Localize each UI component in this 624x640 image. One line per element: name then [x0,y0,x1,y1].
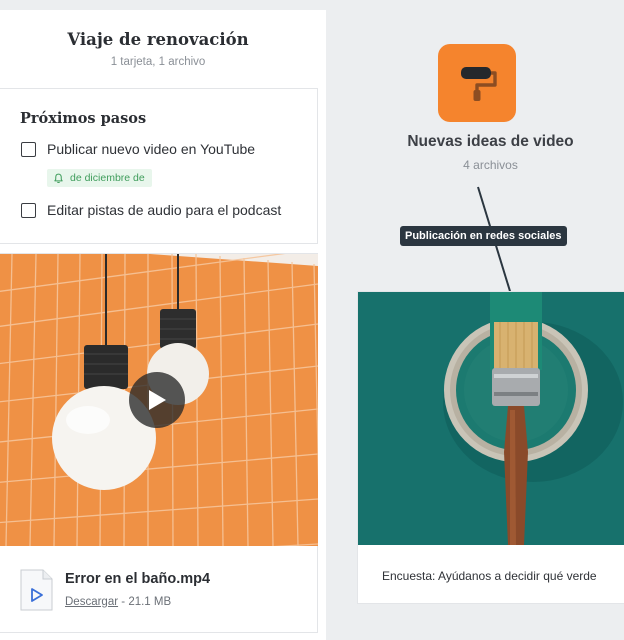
task-label: Editar pistas de audio para el podcast [47,202,282,218]
paint-can-brush-image [358,292,624,545]
paint-roller-icon [461,67,497,101]
task-publish-video[interactable]: Publicar nuevo video en YouTube [21,141,255,157]
poll-caption[interactable]: Encuesta: Ayúdanos a decidir qué verde [382,569,597,583]
file-meta: Descargar - 21.1 MB [65,596,171,608]
reminder-badge[interactable]: de diciembre de [47,169,152,187]
task-checkbox[interactable] [21,141,36,157]
task-edit-audio[interactable]: Editar pistas de audio para el podcast [21,202,281,218]
file-name[interactable]: Error en el baño.mp4 [65,571,210,587]
paintbrush-image[interactable] [358,292,624,545]
board-subtitle: 4 archivos [463,158,518,172]
task-label: Publicar nuevo video en YouTube [47,141,256,157]
play-icon [149,390,166,410]
bell-icon [54,173,63,183]
board-subtitle: 1 tarjeta, 1 archivo [110,56,206,68]
paint-roller-board-icon[interactable] [438,44,516,122]
video-file-icon [20,569,53,611]
task-checkbox[interactable] [21,202,36,218]
next-steps-card[interactable]: Próximos pasos Publicar nuevo video en Y… [0,88,318,244]
video-thumbnail[interactable] [0,254,318,546]
next-steps-title: Próximos pasos [20,110,147,127]
meta-separator: - [121,596,126,608]
file-size: 21.1 MB [128,596,172,608]
board-renovation: Viaje de renovación 1 tarjeta, 1 archivo… [0,10,326,640]
tooltip-social-media: Publicación en redes sociales [400,226,567,246]
play-button[interactable] [129,372,185,428]
board-title[interactable]: Nuevas ideas de video [357,133,624,151]
poll-card[interactable]: Encuesta: Ayúdanos a decidir qué verde [357,291,624,604]
reminder-text: de diciembre de [70,172,145,184]
board-title[interactable]: Viaje de renovación [0,30,316,49]
video-file-card[interactable]: Error en el baño.mp4 Descargar - 21.1 MB [0,253,318,633]
download-link[interactable]: Descargar [65,596,118,608]
